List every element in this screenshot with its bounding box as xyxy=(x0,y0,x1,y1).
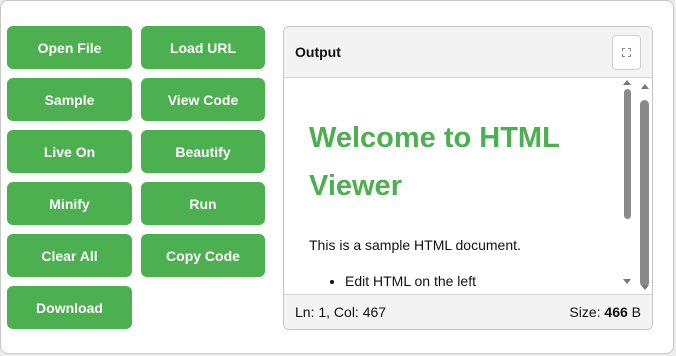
scroll-down-arrow-icon[interactable] xyxy=(641,285,649,290)
copy-code-button[interactable]: Copy Code xyxy=(141,234,265,277)
output-status-bar: Ln: 1, Col: 467 Size: 466 B xyxy=(284,294,652,329)
scroll-up-arrow-icon[interactable] xyxy=(623,80,631,85)
document-paragraph: This is a sample HTML document. xyxy=(309,237,521,253)
outer-scrollbar[interactable] xyxy=(637,78,652,295)
fullscreen-button[interactable] xyxy=(612,34,641,70)
scroll-down-arrow-icon[interactable] xyxy=(623,279,631,284)
inner-scrollbar[interactable] xyxy=(621,78,633,295)
live-on-button[interactable]: Live On xyxy=(7,130,132,173)
view-code-button[interactable]: View Code xyxy=(141,78,265,121)
app-frame: Open File Load URL Sample View Code Live… xyxy=(0,0,674,354)
output-preview[interactable]: Welcome to HTML Viewer This is a sample … xyxy=(284,78,652,295)
size-value: 466 xyxy=(604,304,628,320)
size-unit: B xyxy=(631,304,641,320)
inner-scrollbar-thumb[interactable] xyxy=(624,89,631,219)
scroll-up-arrow-icon[interactable] xyxy=(641,84,649,89)
clear-all-button[interactable]: Clear All xyxy=(7,234,132,277)
output-panel: Output Welcome to HTML Viewer This is a … xyxy=(283,26,653,330)
outer-scrollbar-thumb[interactable] xyxy=(640,100,649,287)
rendered-document: Welcome to HTML Viewer This is a sample … xyxy=(309,78,609,290)
list-item: Edit HTML on the left xyxy=(345,272,609,290)
sample-button[interactable]: Sample xyxy=(7,78,132,121)
run-button[interactable]: Run xyxy=(141,182,265,225)
load-url-button[interactable]: Load URL xyxy=(141,26,265,69)
expand-icon xyxy=(622,47,631,57)
open-file-button[interactable]: Open File xyxy=(7,26,132,69)
download-button[interactable]: Download xyxy=(7,286,132,329)
output-title: Output xyxy=(295,44,341,60)
document-list: Edit HTML on the left xyxy=(309,272,609,290)
minify-button[interactable]: Minify xyxy=(7,182,132,225)
beautify-button[interactable]: Beautify xyxy=(141,130,265,173)
document-heading: Welcome to HTML Viewer xyxy=(309,122,560,202)
action-button-grid: Open File Load URL Sample View Code Live… xyxy=(7,26,265,329)
document-size: Size: 466 B xyxy=(569,304,641,320)
cursor-position: Ln: 1, Col: 467 xyxy=(295,304,387,320)
output-header: Output xyxy=(284,27,652,78)
size-label: Size: xyxy=(569,304,601,320)
